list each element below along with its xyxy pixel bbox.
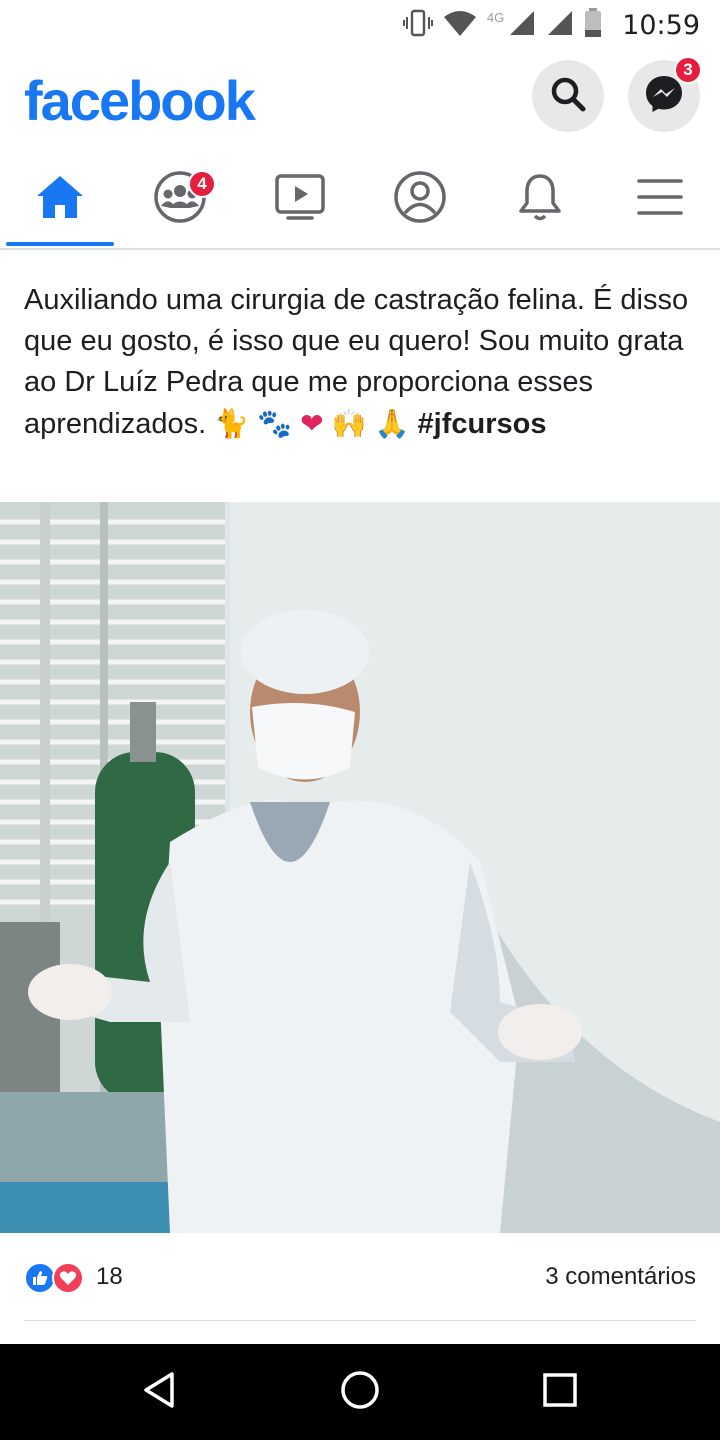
- battery-icon: [584, 7, 602, 43]
- menu-icon: [637, 177, 683, 222]
- heart-emoji: ❤: [300, 407, 324, 440]
- search-icon: [548, 74, 588, 119]
- paws-emoji: 🐾: [257, 407, 293, 440]
- tab-notifications[interactable]: [480, 150, 600, 248]
- groups-badge: 4: [188, 170, 216, 198]
- reactions-count[interactable]: 18: [96, 1263, 123, 1291]
- messenger-button[interactable]: 3: [628, 56, 702, 132]
- love-icon: [52, 1262, 84, 1294]
- wifi-icon: [443, 9, 477, 42]
- facebook-logo[interactable]: facebook: [24, 68, 256, 133]
- vibrate-icon: [402, 8, 433, 43]
- home-circle-icon: [339, 1369, 381, 1416]
- status-bar: 4G 10:59: [0, 0, 720, 50]
- tab-groups[interactable]: 4: [120, 150, 240, 248]
- signal-icon: [508, 9, 536, 42]
- active-tab-indicator: [6, 242, 114, 246]
- back-icon: [140, 1370, 180, 1415]
- video-icon: [274, 173, 326, 226]
- network-type: 4G: [486, 9, 505, 25]
- reaction-icons[interactable]: [24, 1262, 90, 1294]
- signal-icon: [546, 9, 574, 42]
- nav-tabs: 4: [0, 150, 720, 250]
- reactions-row: 18 3 comentários: [0, 1233, 720, 1321]
- home-icon: [35, 174, 85, 225]
- messenger-badge: 3: [674, 56, 702, 84]
- comments-count[interactable]: 3 comentários: [545, 1263, 696, 1291]
- recents-icon: [540, 1370, 580, 1415]
- tab-watch[interactable]: [240, 150, 360, 248]
- raised-hands-emoji: 🙌: [331, 407, 367, 440]
- home-button[interactable]: [330, 1362, 390, 1422]
- profile-icon: [393, 170, 447, 229]
- back-button[interactable]: [130, 1362, 190, 1422]
- tab-profile[interactable]: [360, 150, 480, 248]
- clock: 10:59: [622, 9, 700, 41]
- divider: [24, 1320, 696, 1321]
- cat-emoji: 🐈: [214, 407, 250, 440]
- app-header: facebook 3: [0, 50, 720, 150]
- bell-icon: [517, 171, 563, 228]
- hashtag-link[interactable]: #jfcursos: [418, 408, 547, 440]
- praying-hands-emoji: 🙏: [374, 407, 410, 440]
- tab-menu[interactable]: [600, 150, 720, 248]
- search-button[interactable]: [532, 60, 604, 132]
- tab-home[interactable]: [0, 150, 120, 248]
- status-icons: 4G 10:59: [402, 7, 700, 43]
- recents-button[interactable]: [530, 1362, 590, 1422]
- android-nav-bar: [0, 1344, 720, 1440]
- post-text: Auxiliando uma cirurgia de castração fel…: [24, 280, 699, 445]
- post-photo[interactable]: [0, 502, 720, 1233]
